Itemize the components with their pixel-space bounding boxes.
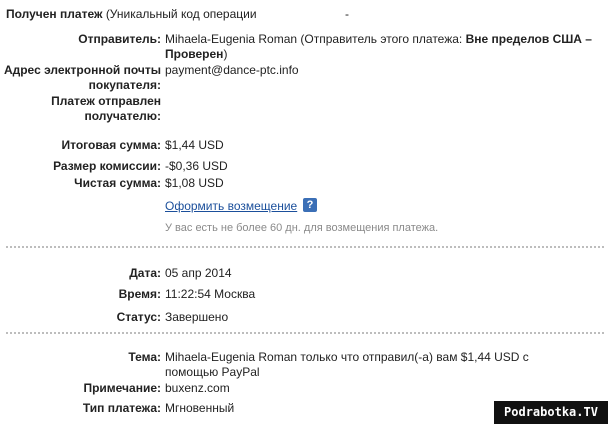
note-value: buxenz.com — [165, 381, 230, 395]
status-label: Статус: — [116, 310, 161, 324]
refund-deadline-note: У вас есть не более 60 дн. для возмещени… — [165, 222, 439, 234]
payment-header: Получен платеж (Уникальный код операции — [6, 6, 257, 22]
sender-name: Mihaela-Eugenia Roman — [165, 32, 298, 46]
date-value: 05 апр 2014 — [165, 266, 232, 280]
section-divider-2 — [6, 332, 604, 334]
total-amount-value: $1,44 USD — [165, 138, 224, 152]
date-label: Дата: — [129, 266, 161, 280]
buyer-email-label-line1: Адрес электронной почты — [3, 63, 161, 77]
sender-status-suffix: ) — [223, 47, 228, 61]
buyer-email-value: payment@dance-ptc.info — [165, 63, 299, 77]
transaction-id-dash: - — [345, 7, 349, 21]
payment-received-title: Получен платеж — [6, 7, 103, 21]
help-icon[interactable]: ? — [303, 198, 317, 212]
issue-refund-link[interactable]: Оформить возмещение — [165, 198, 297, 214]
net-amount-label: Чистая сумма: — [74, 176, 161, 190]
section-divider-1 — [6, 246, 604, 248]
payment-type-label: Тип платежа: — [82, 401, 161, 415]
subject-line1: Mihaela-Eugenia Roman только что отправи… — [165, 350, 529, 364]
subject-line2: помощью PayPal — [165, 365, 260, 379]
recipient-label-line2: получателю: — [84, 109, 161, 123]
buyer-email-label-line2: покупателя: — [88, 78, 161, 92]
total-amount-label: Итоговая сумма: — [61, 138, 161, 152]
watermark: Podrabotka.TV — [494, 401, 608, 424]
fee-amount-value: -$0,36 USD — [165, 159, 228, 173]
sender-status-prefix: (Отправитель этого платежа: — [300, 32, 463, 46]
sender-value: Mihaela-Eugenia Roman (Отправитель этого… — [165, 31, 592, 47]
subject-label: Тема: — [128, 350, 161, 364]
time-label: Время: — [118, 287, 161, 301]
status-value: Завершено — [165, 310, 229, 324]
transaction-id-label: (Уникальный код операции — [105, 7, 257, 21]
note-label: Примечание: — [83, 381, 161, 395]
time-value: 11:22:54 Москва — [165, 287, 256, 301]
sender-status-line2: Проверен) — [165, 46, 227, 62]
recipient-label-line1: Платеж отправлен — [51, 94, 161, 108]
sender-status-region: Вне пределов США – — [465, 32, 592, 46]
payment-type-value: Мгновенный — [165, 401, 235, 415]
net-amount-value: $1,08 USD — [165, 176, 224, 190]
sender-label: Отправитель: — [78, 32, 161, 46]
fee-amount-label: Размер комиссии: — [53, 159, 161, 173]
sender-status-verified: Проверен — [165, 47, 224, 61]
